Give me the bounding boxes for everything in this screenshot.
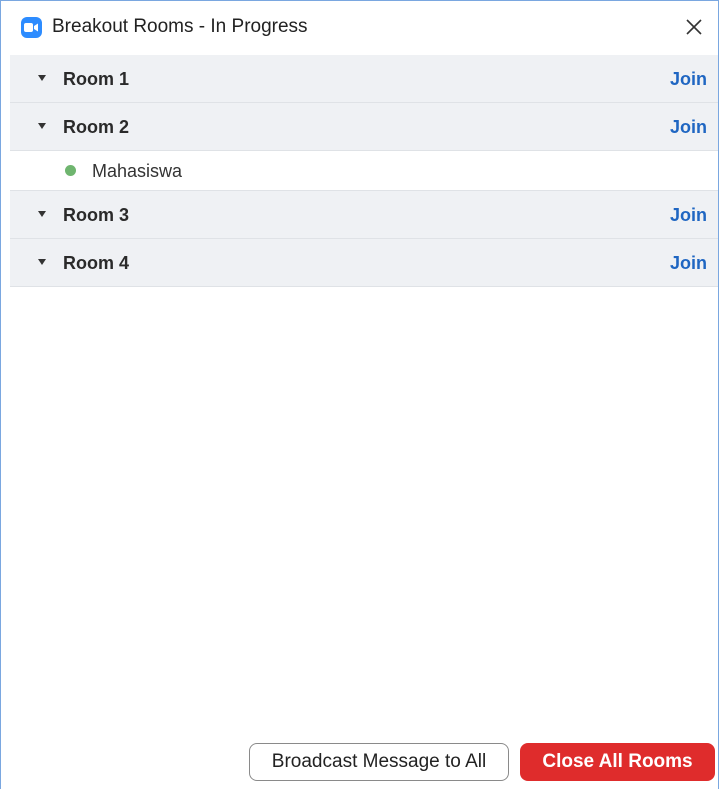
join-room-2-link[interactable]: Join	[670, 117, 707, 138]
expand-caret-icon[interactable]	[38, 123, 46, 129]
participant-name: Mahasiswa	[92, 161, 183, 181]
join-room-1-link[interactable]: Join	[670, 69, 707, 90]
room-name: Room 4	[63, 253, 130, 273]
join-room-3-link[interactable]: Join	[670, 205, 707, 226]
expand-caret-icon[interactable]	[38, 259, 46, 265]
join-room-4-link[interactable]: Join	[670, 253, 707, 274]
expand-caret-icon[interactable]	[38, 75, 46, 81]
participant-row: Mahasiswa	[10, 151, 718, 191]
broadcast-message-button[interactable]: Broadcast Message to All	[249, 743, 509, 781]
close-all-rooms-button[interactable]: Close All Rooms	[520, 743, 715, 781]
zoom-camera-icon	[21, 17, 42, 38]
room-row-2[interactable]: Room 2 Join	[10, 103, 718, 151]
online-status-icon	[65, 165, 76, 176]
room-name: Room 3	[63, 205, 130, 225]
room-name: Room 1	[63, 69, 130, 89]
window-title: Breakout Rooms - In Progress	[52, 16, 308, 37]
close-icon[interactable]	[682, 15, 706, 39]
expand-caret-icon[interactable]	[38, 211, 46, 217]
rooms-list: Room 1 Join Room 2 Join Mahasiswa Room 3…	[10, 55, 718, 287]
room-row-3[interactable]: Room 3 Join	[10, 191, 718, 239]
breakout-rooms-window: Breakout Rooms - In Progress Room 1 Join…	[0, 0, 719, 789]
room-row-4[interactable]: Room 4 Join	[10, 239, 718, 287]
room-row-1[interactable]: Room 1 Join	[10, 55, 718, 103]
room-name: Room 2	[63, 117, 130, 137]
title-bar: Breakout Rooms - In Progress	[1, 1, 718, 54]
